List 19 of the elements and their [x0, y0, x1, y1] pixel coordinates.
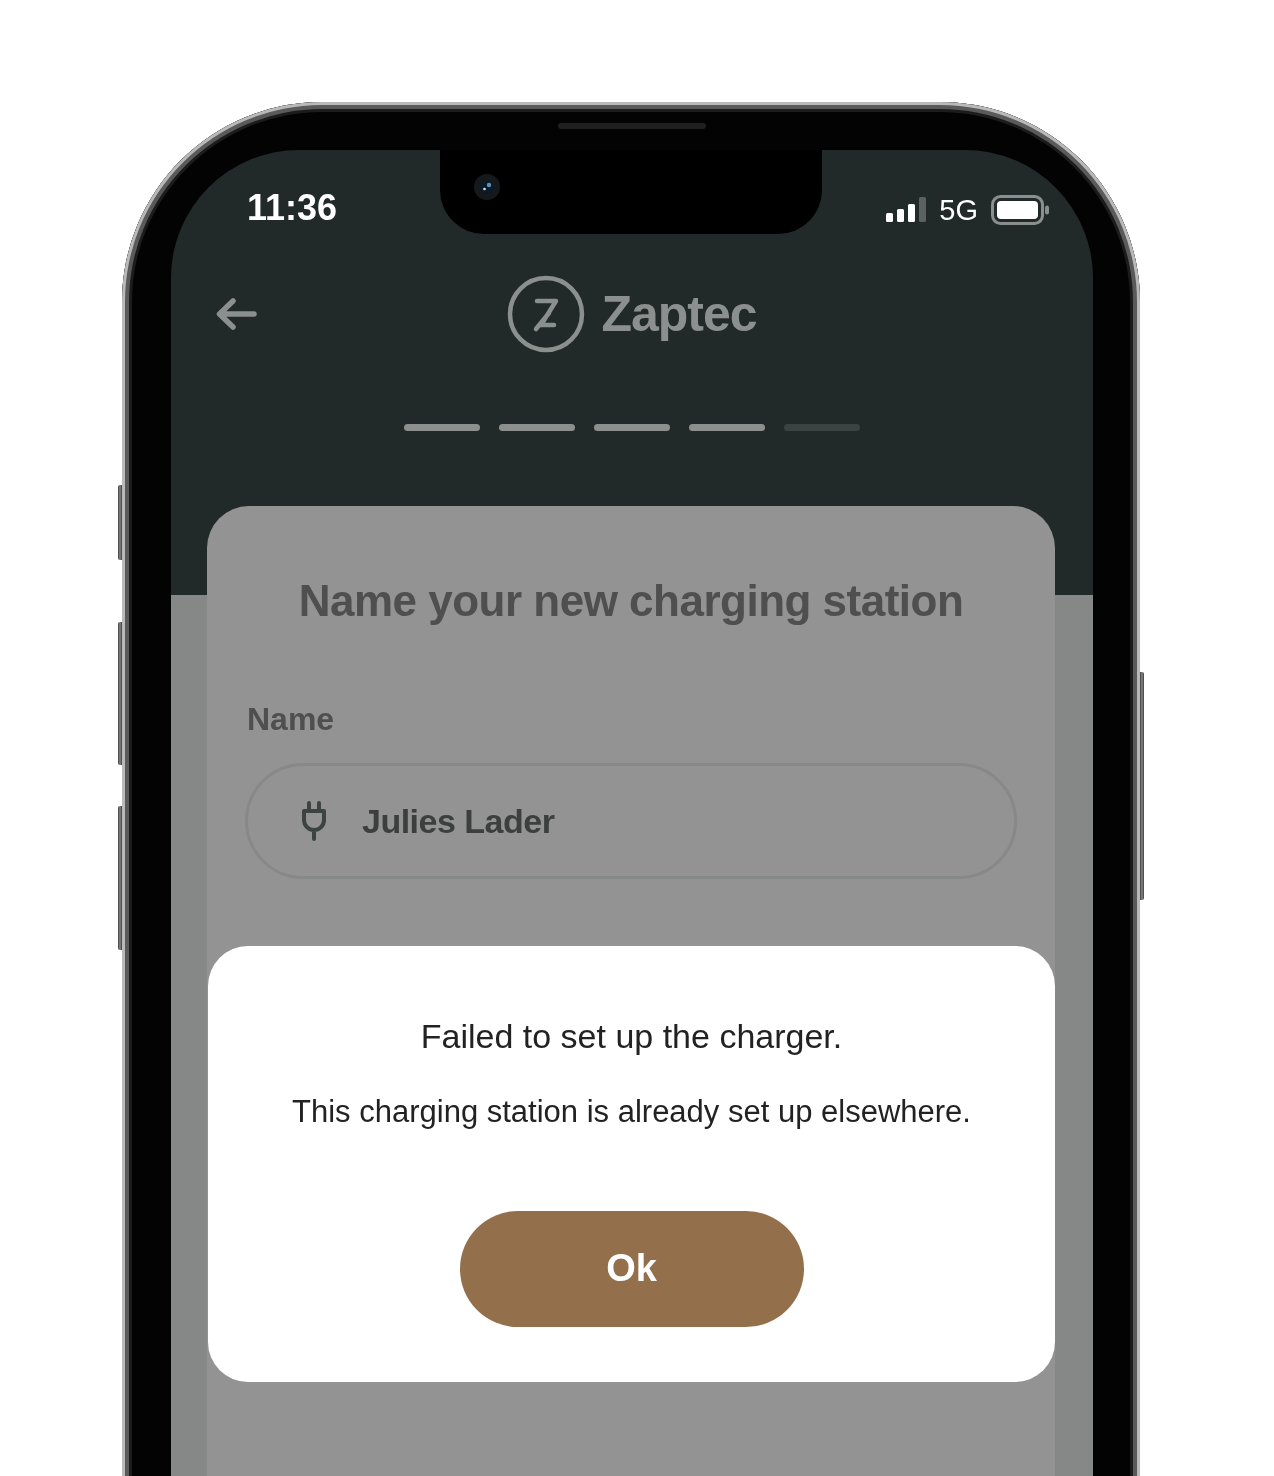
- status-time: 11:36: [247, 185, 338, 230]
- side-button[interactable]: [118, 622, 122, 765]
- brand-name: Zaptec: [601, 284, 757, 344]
- ok-button[interactable]: Ok: [459, 1210, 804, 1327]
- battery-icon: [991, 194, 1049, 225]
- camera-icon: [474, 173, 500, 200]
- card-title: Name your new charging station: [297, 574, 965, 627]
- logo-icon: [507, 274, 586, 353]
- dialog-message: This charging station is already set up elsewhere.: [292, 1092, 971, 1131]
- plug-icon: [300, 799, 328, 842]
- side-button[interactable]: [118, 806, 122, 950]
- name-input-field[interactable]: Julies Lader: [245, 762, 1017, 879]
- field-label: Name: [247, 699, 335, 739]
- network-label: 5G: [939, 192, 978, 227]
- side-button[interactable]: [118, 485, 122, 560]
- dialog-title: Failed to set up the charger.: [420, 1015, 843, 1057]
- side-button[interactable]: [1140, 672, 1144, 900]
- back-arrow-icon[interactable]: [215, 296, 257, 331]
- signal-icon: [886, 197, 927, 223]
